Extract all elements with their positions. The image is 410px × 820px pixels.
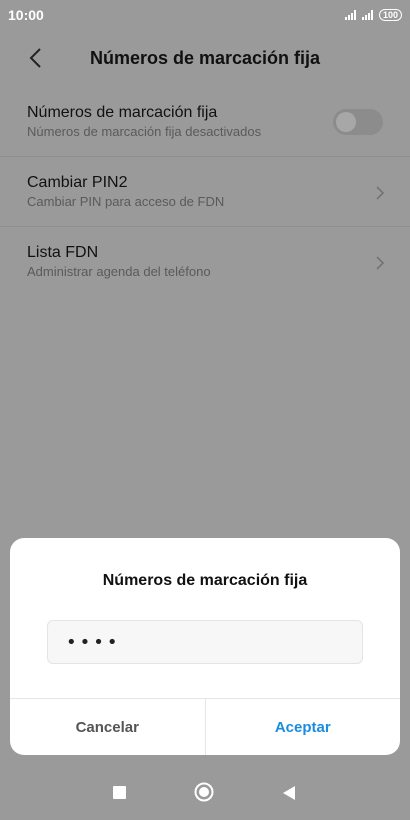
settings-row-fdn-toggle[interactable]: Números de marcación fija Números de mar… — [0, 86, 410, 156]
app-bar: Números de marcación fija — [0, 30, 410, 86]
status-time: 10:00 — [8, 7, 44, 23]
accept-button[interactable]: Aceptar — [206, 699, 401, 755]
recents-square-icon[interactable] — [113, 786, 126, 799]
settings-row-fdn-list[interactable]: Lista FDN Administrar agenda del teléfon… — [0, 226, 410, 296]
pin-dialog: Números de marcación fija •••• Cancelar … — [10, 538, 400, 755]
toggle-knob — [336, 112, 356, 132]
status-bar: 10:00 100 — [0, 0, 410, 30]
row-subtitle: Cambiar PIN para acceso de FDN — [27, 194, 225, 209]
dialog-actions: Cancelar Aceptar — [10, 698, 400, 755]
chevron-right-icon — [376, 256, 385, 270]
chevron-right-icon — [376, 186, 385, 200]
home-circle-icon[interactable] — [194, 782, 214, 802]
fdn-toggle-switch[interactable] — [333, 109, 383, 135]
battery-icon: 100 — [378, 9, 402, 21]
row-subtitle: Números de marcación fija desactivados — [27, 123, 262, 139]
signal-icon-2 — [361, 10, 373, 20]
pin-input[interactable]: •••• — [47, 620, 363, 664]
navigation-bar — [0, 768, 410, 820]
row-title: Cambiar PIN2 — [27, 174, 128, 191]
back-triangle-icon[interactable] — [282, 785, 296, 801]
signal-icon — [344, 10, 356, 20]
page-title: Números de marcación fija — [89, 47, 321, 68]
cancel-button[interactable]: Cancelar — [10, 699, 206, 755]
dialog-title: Números de marcación fija — [102, 572, 308, 589]
row-subtitle: Administrar agenda del teléfono — [27, 264, 211, 279]
row-title: Números de marcación fija — [27, 103, 218, 121]
back-icon[interactable] — [26, 47, 48, 69]
row-title: Lista FDN — [27, 244, 99, 261]
settings-list: Números de marcación fija Números de mar… — [0, 86, 410, 296]
status-icons: 100 — [344, 9, 402, 21]
settings-row-change-pin2[interactable]: Cambiar PIN2 Cambiar PIN para acceso de … — [0, 156, 410, 226]
